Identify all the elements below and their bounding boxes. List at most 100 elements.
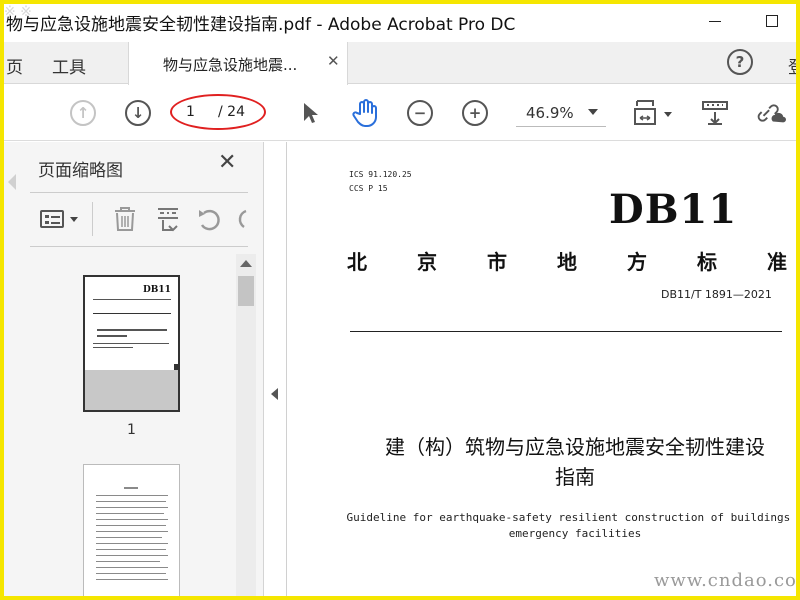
panel-title: 页面缩略图 <box>38 161 123 181</box>
thumbnail-line <box>93 343 169 344</box>
thumbnail-line <box>96 579 168 580</box>
extract-pages-icon <box>158 208 178 232</box>
toolbar: ↑ ↓ 1 / 24 − + 46.9% <box>0 85 800 141</box>
thumbnail-line <box>96 513 164 514</box>
english-title-line: emergency facilities <box>508 527 642 540</box>
thumbnail-line <box>96 507 168 508</box>
maximize-button[interactable] <box>757 6 787 36</box>
thumbnail-line <box>96 531 168 532</box>
thumbnail-resize-handle[interactable] <box>174 364 180 370</box>
page-total: / 24 <box>218 104 245 120</box>
window-title: 物与应急设施地震安全韧性建设指南.pdf - Adobe Acrobat Pro… <box>6 15 516 35</box>
panel-pointer <box>8 174 16 190</box>
collapse-panel-icon[interactable] <box>271 388 278 400</box>
thumbnail-line <box>96 537 162 538</box>
thumbnail-line <box>96 543 168 544</box>
standard-type-char: 标 <box>697 250 717 274</box>
horizontal-rule <box>350 331 782 332</box>
thumbnail-line <box>93 299 171 300</box>
thumbnail-line <box>96 555 168 556</box>
thumbnail-line <box>97 335 127 337</box>
title-bar: 物与应急设施地震安全韧性建设指南.pdf - Adobe Acrobat Pro… <box>0 0 800 42</box>
hand-icon <box>352 99 377 127</box>
previous-page-button[interactable]: ↑ <box>68 98 98 128</box>
chevron-down-icon <box>588 109 598 115</box>
tab-tools[interactable]: 工具 <box>52 53 86 78</box>
zoom-out-button[interactable]: − <box>405 98 435 128</box>
arrow-up-icon: ↑ <box>70 100 96 126</box>
thumbnail-footer <box>85 370 178 410</box>
plus-circle-icon: + <box>462 100 488 126</box>
share-link-button[interactable] <box>756 98 786 128</box>
fit-page-icon <box>634 100 656 125</box>
thumbnail-line <box>96 549 166 550</box>
standard-code: DB11/T 1891—2021 <box>661 288 772 301</box>
scroll-mode-icon <box>702 101 728 125</box>
thumbnail-line <box>96 495 168 496</box>
thumbnail-db-text: DB11 <box>143 285 171 295</box>
next-page-button[interactable]: ↓ <box>123 98 153 128</box>
standard-type-char: 市 <box>487 250 507 274</box>
tab-document[interactable]: 物与应急设施地震... ✕ <box>128 42 348 85</box>
thumbnail-line <box>96 501 166 502</box>
ccs-code: CCS P 15 <box>349 184 388 193</box>
chevron-down-icon <box>70 216 78 222</box>
fit-page-chevron-icon[interactable] <box>664 112 672 117</box>
options-list-icon <box>40 210 64 228</box>
standard-type-char: 方 <box>627 250 647 274</box>
minimize-icon <box>709 20 721 22</box>
tab-bar: 页 工具 物与应急设施地震... ✕ ? 登 <box>0 42 800 85</box>
tab-home[interactable]: 页 <box>6 53 23 78</box>
chinese-title: 建（构）筑物与应急设施地震安全韧性建设 指南 <box>345 432 800 492</box>
standard-type-heading: 北 京 市 地 方 标 准 <box>347 246 787 275</box>
page-thumbnail-1[interactable]: DB11 <box>83 275 180 412</box>
sign-in-link[interactable]: 登 <box>788 53 800 78</box>
english-title: Guideline for earthquake-safety resilien… <box>345 510 800 542</box>
minimize-button[interactable] <box>700 6 730 36</box>
page-number-input[interactable]: 1 <box>186 104 208 120</box>
page-fit-button[interactable] <box>630 98 660 128</box>
thumbnail-page-number: 1 <box>127 422 136 438</box>
select-tool-button[interactable] <box>296 98 326 128</box>
thumbnails-panel: 页面缩略图 ✕ DB11 1 <box>0 142 264 600</box>
close-panel-icon[interactable]: ✕ <box>218 152 236 174</box>
arrow-down-icon: ↓ <box>125 100 151 126</box>
zoom-dropdown[interactable]: 46.9% <box>516 101 606 127</box>
extract-page-button[interactable] <box>155 204 181 234</box>
scroll-mode-button[interactable] <box>700 98 730 128</box>
zoom-in-button[interactable]: + <box>460 98 490 128</box>
tab-close-icon[interactable]: ✕ <box>327 52 340 70</box>
divider <box>92 202 93 236</box>
zoom-value: 46.9% <box>526 104 574 122</box>
standard-type-char: 地 <box>557 250 577 274</box>
rotate-page-button[interactable] <box>196 204 222 234</box>
cursor-arrow-icon <box>304 103 318 123</box>
page-thumbnail-2[interactable] <box>83 464 180 600</box>
rotate-clockwise-button[interactable] <box>236 204 248 234</box>
scrollbar-thumb[interactable] <box>238 276 254 306</box>
thumbnail-line <box>124 487 138 489</box>
chinese-title-line: 指南 <box>555 465 595 489</box>
chinese-title-line: 建（构）筑物与应急设施地震安全韧性建设 <box>385 435 765 459</box>
rotate-clockwise-icon <box>238 209 247 229</box>
link-cloud-icon <box>757 104 786 123</box>
help-icon[interactable]: ? <box>727 49 753 75</box>
standard-type-char: 准 <box>767 250 787 274</box>
thumbnail-options-button[interactable] <box>40 204 78 234</box>
document-view[interactable]: ICS 91.120.25 CCS P 15 DB11 北 京 市 地 方 标 … <box>286 142 800 600</box>
standard-prefix: DB11 <box>609 186 738 233</box>
thumbnail-line <box>96 519 168 520</box>
hand-tool-button[interactable] <box>350 98 380 128</box>
thumbnail-line <box>96 567 168 568</box>
page-navigation: 1 / 24 <box>170 94 266 130</box>
tab-document-label: 物与应急设施地震... <box>163 56 298 74</box>
standard-type-char: 北 <box>347 250 367 274</box>
site-watermark: www.cndao.com <box>654 570 800 591</box>
maximize-icon <box>766 15 778 27</box>
scroll-up-icon[interactable] <box>240 260 252 267</box>
delete-page-button[interactable] <box>112 204 138 234</box>
thumbnail-line <box>93 347 133 348</box>
english-title-line: Guideline for earthquake-safety resilien… <box>346 511 800 524</box>
thumbnail-line <box>96 573 166 574</box>
trash-icon <box>115 207 135 231</box>
